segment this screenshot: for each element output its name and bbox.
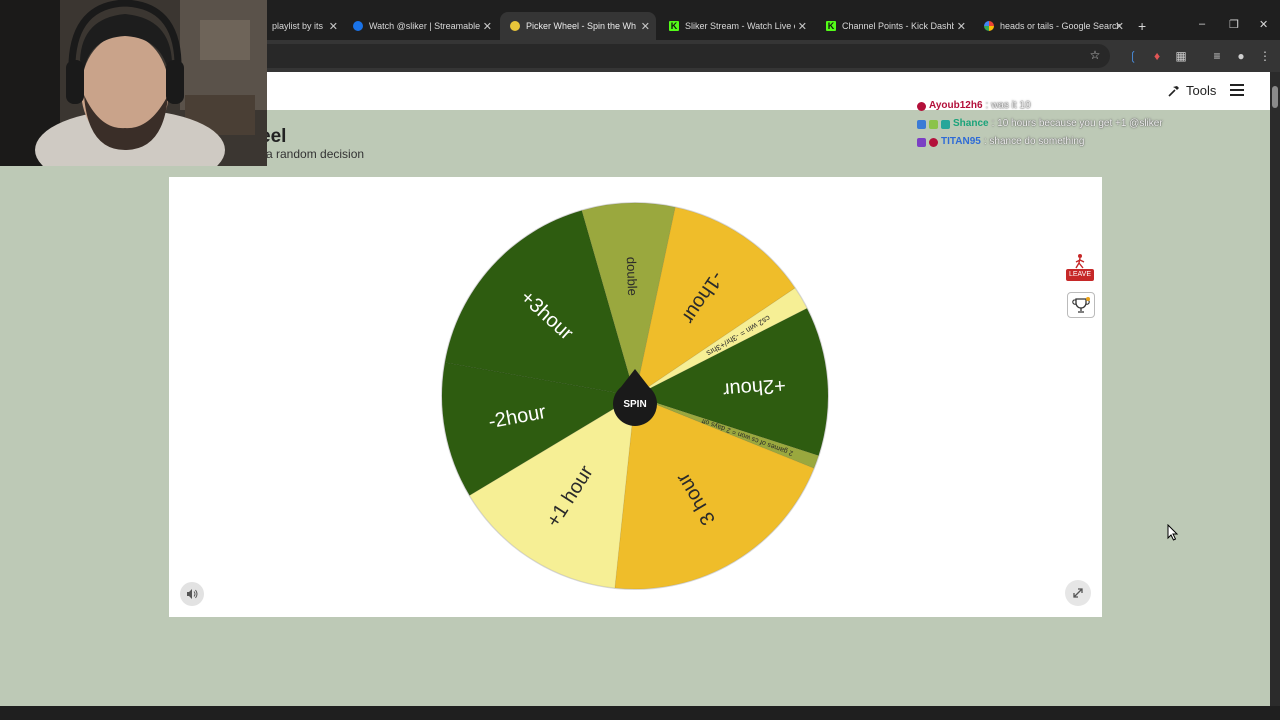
wheel-slice-label: double: [624, 257, 640, 297]
speaker-icon: [187, 589, 198, 599]
user-badge-icon: [917, 119, 926, 129]
profile-avatar-icon[interactable]: ●: [1234, 49, 1248, 63]
tab-close-icon[interactable]: ✕: [641, 20, 650, 33]
tab-google-search[interactable]: heads or tails - Google Search ✕: [974, 12, 1130, 40]
tab-title: Channel Points - Kick Dashboar: [842, 21, 954, 31]
browser-menu-icon[interactable]: ⋮: [1258, 49, 1272, 63]
bookmark-star-icon[interactable]: ☆: [1088, 48, 1102, 62]
chat-text: : was it 10: [985, 100, 1031, 111]
tab-picker-wheel[interactable]: Picker Wheel - Spin the Wheel ✕: [500, 12, 656, 40]
user-badge-icon: [929, 119, 938, 129]
extensions-puzzle-icon[interactable]: ▦: [1174, 49, 1188, 63]
leave-button[interactable]: LEAVE: [1066, 253, 1096, 281]
scrollbar-thumb[interactable]: [1272, 86, 1278, 108]
tools-label: Tools: [1186, 83, 1217, 98]
wheel-card: -1hour cs2 win = -3hr/+3hrs +2hour 2 games …: [169, 177, 1102, 617]
tab-title: heads or tails - Google Search: [1000, 21, 1120, 31]
tab-close-icon[interactable]: ✕: [957, 20, 966, 33]
trophy-icon: [1072, 297, 1090, 313]
tools-menu-button[interactable]: Tools: [1168, 83, 1216, 98]
streamable-favicon-icon: [353, 21, 363, 31]
spin-label: SPIN: [623, 399, 646, 410]
new-tab-button[interactable]: +: [1138, 18, 1146, 34]
chat-username: TITAN95: [941, 136, 981, 147]
tab-title: playlist by its: [272, 21, 324, 31]
media-controls-icon[interactable]: ≡: [1210, 49, 1224, 63]
tab-title: Sliker Stream - Watch Live on K: [685, 21, 795, 31]
page-scrollbar[interactable]: [1270, 72, 1280, 706]
streamer-webcam: [0, 0, 267, 166]
mouse-cursor-icon: [1167, 524, 1179, 541]
kick-favicon-icon: K: [669, 21, 679, 31]
address-bar[interactable]: ☆: [200, 44, 1110, 68]
walking-person-icon: [1075, 254, 1085, 269]
results-trophy-button[interactable]: [1067, 292, 1095, 318]
close-window-icon[interactable]: ✕: [1259, 18, 1268, 31]
tab-streamable[interactable]: Watch @sliker | Streamable ✕: [343, 12, 498, 40]
user-badge-icon: [917, 101, 926, 111]
webcam-person-image: [0, 0, 267, 166]
expand-icon: [1073, 588, 1083, 598]
user-badge-icon: [929, 137, 938, 147]
user-badge-icon: [917, 137, 926, 147]
chat-overlay: Ayoub12h6 : was it 10 Shance : 10 hours …: [917, 97, 1163, 151]
tab-title: Watch @sliker | Streamable: [369, 21, 481, 31]
tab-close-icon[interactable]: ✕: [329, 20, 338, 33]
spin-button[interactable]: SPIN: [609, 367, 661, 427]
tab-kick-stream[interactable]: K Sliker Stream - Watch Live on K ✕: [659, 12, 813, 40]
user-badge-icon: [941, 119, 950, 129]
page-content: Tools eel e a random decision -1hour cs2 …: [0, 72, 1270, 706]
chat-username: Shance: [953, 118, 989, 129]
tab-close-icon[interactable]: ✕: [1115, 20, 1124, 33]
extension-audio-icon[interactable]: ❲: [1126, 49, 1140, 63]
picker-wheel-favicon-icon: [510, 21, 520, 31]
leave-label: LEAVE: [1066, 269, 1094, 281]
tab-kick-dashboard[interactable]: K Channel Points - Kick Dashboar ✕: [816, 12, 972, 40]
google-favicon-icon: [984, 21, 994, 31]
tab-title: Picker Wheel - Spin the Wheel: [526, 21, 636, 31]
hammer-icon: [1168, 85, 1179, 97]
page-subtitle: e a random decision: [256, 147, 365, 161]
chat-text: : 10 hours because you get +1 @sliker: [991, 118, 1163, 129]
tab-close-icon[interactable]: ✕: [483, 20, 492, 33]
chat-message: Shance : 10 hours because you get +1 @sl…: [917, 115, 1163, 133]
tab-playlist[interactable]: playlist by its ✕: [262, 12, 344, 40]
hamburger-menu-icon[interactable]: [1230, 84, 1244, 96]
restore-window-icon[interactable]: ❐: [1229, 18, 1239, 31]
chat-username: Ayoub12h6: [929, 100, 983, 111]
kick-favicon-icon: K: [826, 21, 836, 31]
tab-close-icon[interactable]: ✕: [798, 20, 807, 33]
extension-shield-icon[interactable]: ♦: [1150, 49, 1164, 63]
fullscreen-button[interactable]: [1065, 580, 1091, 606]
chat-message: Ayoub12h6 : was it 10: [917, 97, 1163, 115]
chat-message: TITAN95 : shance do something: [917, 133, 1163, 151]
sound-toggle-button[interactable]: [180, 582, 204, 606]
chat-text: : shance do something: [983, 136, 1085, 147]
minimize-window-icon[interactable]: –: [1199, 18, 1205, 30]
